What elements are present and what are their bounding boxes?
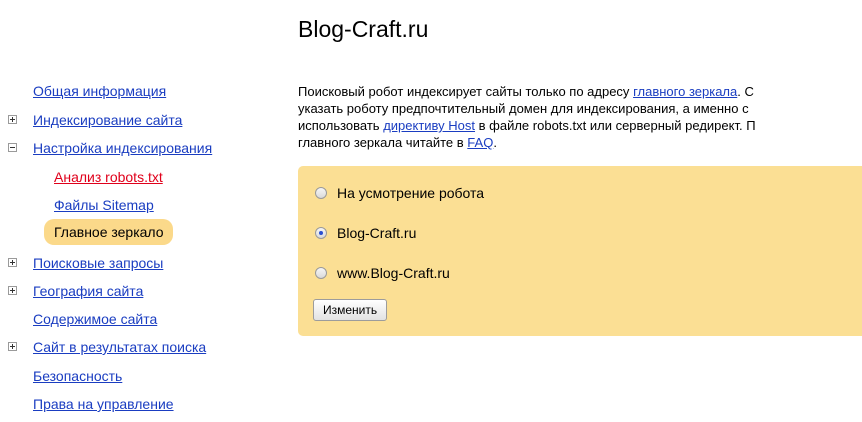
faq-link[interactable]: FAQ (467, 135, 493, 150)
host-directive-link[interactable]: директиву Host (383, 118, 475, 133)
page: Blog-Craft.ru Общая информация Индексиро… (0, 0, 862, 422)
page-title: Blog-Craft.ru (298, 16, 429, 42)
sidebar-item-search-queries: Поисковые запросы (0, 252, 163, 274)
radio-button[interactable] (315, 267, 327, 279)
sidebar-link-site-content[interactable]: Содержимое сайта (33, 311, 157, 327)
sidebar-link-security[interactable]: Безопасность (33, 368, 122, 384)
description-line: главного зеркала читайте в FAQ. (298, 135, 497, 150)
sidebar-link-general-info[interactable]: Общая информация (33, 83, 166, 99)
sidebar-link-search-queries[interactable]: Поисковые запросы (33, 255, 163, 271)
change-button[interactable]: Изменить (313, 299, 388, 321)
sidebar-item-sitemap-files: Файлы Sitemap (54, 194, 154, 216)
sidebar-link-search-results[interactable]: Сайт в результатах поиска (33, 339, 206, 355)
sidebar-link-robots-analysis[interactable]: Анализ robots.txt (54, 169, 163, 185)
expand-plus-icon[interactable] (8, 115, 17, 124)
sidebar-item-site-geography: География сайта (0, 280, 143, 302)
main-mirror-link[interactable]: главного зеркала (633, 84, 737, 99)
radio-button-checked[interactable] (315, 227, 327, 239)
sidebar-item-indexing-settings: Настройка индексирования (0, 137, 212, 159)
sidebar-item-main-mirror-selected[interactable]: Главное зеркало (44, 219, 173, 245)
sidebar-link-indexing[interactable]: Индексирование сайта (33, 112, 182, 128)
radio-button[interactable] (315, 187, 327, 199)
sidebar-link-sitemap-files[interactable]: Файлы Sitemap (54, 197, 154, 213)
sidebar-item-search-results: Сайт в результатах поиска (0, 336, 206, 358)
expand-plus-icon[interactable] (8, 286, 17, 295)
expand-plus-icon[interactable] (8, 342, 17, 351)
description-line: Поисковый робот индексирует сайты только… (298, 84, 754, 99)
description-line: указать роботу предпочтительный домен дл… (298, 101, 749, 116)
mirror-form-panel: На усмотрение робота Blog-Craft.ru www.B… (298, 166, 862, 336)
sidebar-link-site-geography[interactable]: География сайта (33, 283, 143, 299)
sidebar-item-access-rights: Права на управление (33, 393, 174, 415)
sidebar-item-security: Безопасность (33, 365, 122, 387)
description-line: использовать директиву Host в файле robo… (298, 118, 756, 133)
expand-plus-icon[interactable] (8, 258, 17, 267)
sidebar-item-site-content: Содержимое сайта (33, 308, 157, 330)
sidebar-item-indexing: Индексирование сайта (0, 109, 182, 131)
sidebar-link-indexing-settings[interactable]: Настройка индексирования (33, 140, 212, 156)
sidebar-item-general-info: Общая информация (33, 80, 166, 102)
collapse-minus-icon[interactable] (8, 143, 17, 152)
mirror-description: Поисковый робот индексирует сайты только… (298, 83, 862, 151)
sidebar-item-robots-analysis: Анализ robots.txt (54, 166, 163, 188)
sidebar-link-access-rights[interactable]: Права на управление (33, 396, 174, 412)
